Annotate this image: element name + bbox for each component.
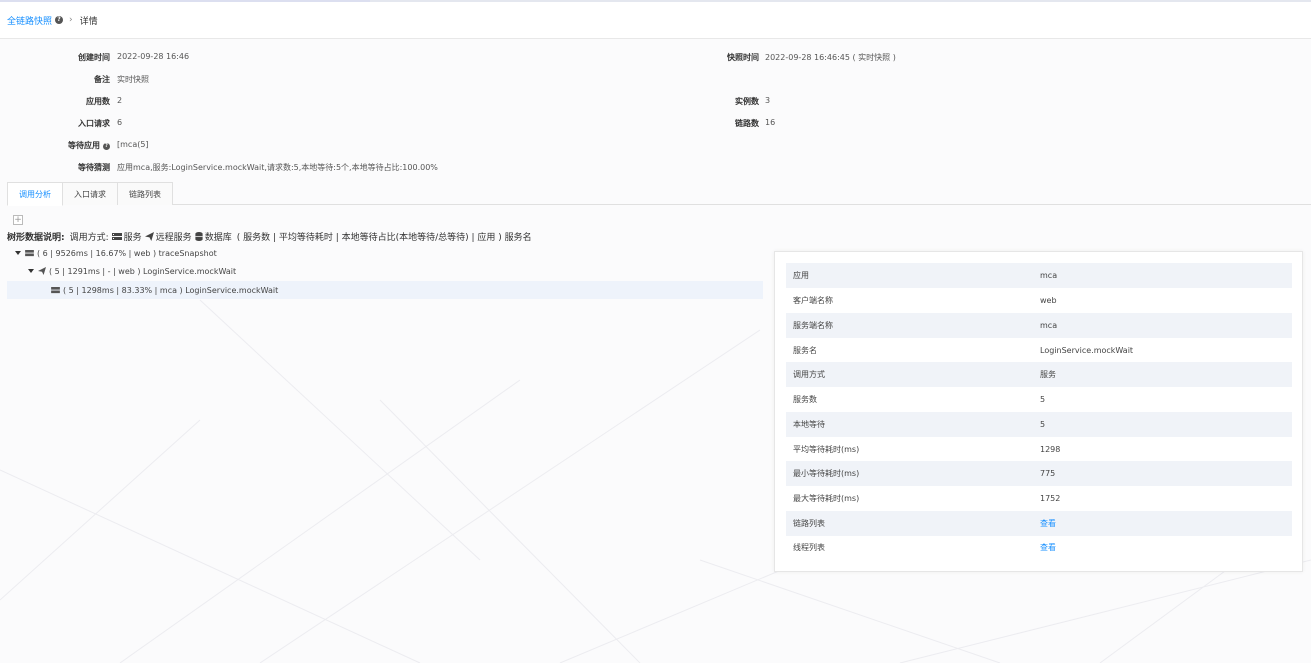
detail-row: 客户端名称 web [786,288,1292,313]
database-icon [195,232,203,241]
detail-key: 客户端名称 [793,296,833,305]
breadcrumb-current: 详情 [79,16,98,27]
detail-key: 本地等待 [793,420,825,429]
info-label: 链路数 [735,119,759,128]
detail-row: 线程列表 查看 [786,535,1292,560]
info-row: 备注 实时快照 [0,74,1311,88]
detail-key: 链路列表 [793,519,825,528]
info-value: 应用mca,服务:LoginService.mockWait,请求数:5,本地等… [117,163,438,172]
tree-legend: 树形数据说明: 调用方式: 服务 远程服务 数据库 ( 服务数 | 平均等待耗时… [7,230,532,243]
info-value: 2022-09-28 16:46:45 ( 实时快照 ) [765,53,896,62]
detail-key: 线程列表 [793,543,825,552]
expand-all-button[interactable]: + [13,215,23,225]
detail-row: 最小等待耗时(ms) 775 [786,461,1292,486]
detail-key: 平均等待耗时(ms) [793,445,860,454]
detail-row: 服务名 LoginService.mockWait [786,338,1292,363]
view-thread-list-link[interactable]: 查看 [1040,542,1056,553]
detail-value: 服务 [1040,370,1056,379]
legend-remote: 远程服务 [155,233,192,243]
legend-service: 服务 [123,233,142,243]
help-icon[interactable]: ? [103,143,110,150]
info-value: 实时快照 [117,75,149,84]
detail-key: 应用 [793,271,809,280]
tab-call-analysis[interactable]: 调用分析 [7,182,63,206]
info-label: 实例数 [735,97,759,106]
detail-row: 本地等待 5 [786,412,1292,437]
server-icon [51,286,60,293]
chevron-right-icon: › [69,15,73,25]
info-value: 6 [117,118,123,127]
detail-value: LoginService.mockWait [1040,346,1134,355]
legend-prefix: 树形数据说明: [7,233,65,243]
detail-value: 1298 [1040,445,1061,454]
info-label: 入口请求 [78,119,110,128]
detail-row: 调用方式 服务 [786,362,1292,387]
detail-row: 平均等待耗时(ms) 1298 [786,437,1292,462]
info-row: 创建时间 2022-09-28 16:46 快照时间 2022-09-28 16… [0,52,1311,66]
detail-value: mca [1040,321,1058,330]
info-value: 2022-09-28 16:46 [117,52,190,61]
server-icon [111,232,122,240]
legend-db: 数据库 [204,233,232,243]
detail-key: 服务数 [793,395,817,404]
caret-down-icon[interactable] [28,269,34,273]
tree-node-label: ( 6 | 9526ms | 16.67% | web ) traceSnaps… [37,248,217,258]
info-label: 备注 [94,75,110,84]
tree-node[interactable]: ( 6 | 9526ms | 16.67% | web ) traceSnaps… [7,244,763,262]
server-icon [25,249,34,256]
info-row: 等待猜测 应用mca,服务:LoginService.mockWait,请求数:… [0,162,1311,176]
tree-node-selected[interactable]: ( 5 | 1298ms | 83.33% | mca ) LoginServi… [7,281,763,299]
tab-trace-list[interactable]: 链路列表 [117,182,173,205]
detail-row: 应用 mca [786,263,1292,288]
detail-key: 服务端名称 [793,321,833,330]
tree-node[interactable]: ( 5 | 1291ms | - | web ) LoginService.mo… [7,262,763,280]
breadcrumb-root-link[interactable]: 全链路快照 [7,14,52,27]
tab-bar: 调用分析 入口请求 链路列表 [7,182,1311,206]
legend-format: ( 服务数 | 平均等待耗时 | 本地等待占比(本地等待/总等待) | 应用 )… [236,233,532,243]
info-row: 入口请求 6 链路数 16 [0,118,1311,132]
send-icon [144,232,154,241]
caret-down-icon[interactable] [15,251,21,255]
send-icon [38,267,46,275]
tree-node-label: ( 5 | 1298ms | 83.33% | mca ) LoginServi… [63,285,279,295]
info-label: 等待猜测 [78,163,110,172]
detail-row: 链路列表 查看 [786,511,1292,536]
detail-value: web [1040,296,1057,305]
info-row: 等待应用? [mca(5] [0,140,1311,154]
tree-node-label: ( 5 | 1291ms | - | web ) LoginService.mo… [49,266,237,276]
help-icon[interactable]: ? [55,16,64,24]
info-value: 2 [117,96,123,105]
detail-row: 最大等待耗时(ms) 1752 [786,486,1292,511]
top-strip-accent [0,0,370,2]
detail-value: 5 [1040,420,1046,429]
detail-key: 调用方式 [793,370,825,379]
info-value: [mca(5] [117,140,149,149]
detail-value: mca [1040,271,1058,280]
tab-entry-requests[interactable]: 入口请求 [62,182,118,205]
detail-key: 服务名 [793,346,817,355]
info-value: 3 [765,96,771,105]
detail-value: 775 [1040,469,1056,478]
detail-row: 服务端名称 mca [786,313,1292,338]
detail-key: 最小等待耗时(ms) [793,469,860,478]
detail-value: 5 [1040,395,1046,404]
detail-value: 1752 [1040,494,1061,503]
legend-mode-label: 调用方式: [69,233,109,243]
detail-row: 服务数 5 [786,387,1292,412]
info-label: 等待应用 [68,141,100,150]
info-label: 快照时间 [727,53,759,62]
node-detail-panel: 应用 mca 客户端名称 web 服务端名称 mca 服务名 LoginServ… [774,251,1303,572]
info-row: 应用数 2 实例数 3 [0,96,1311,110]
info-value: 16 [765,118,776,127]
info-label: 应用数 [86,97,110,106]
info-label: 创建时间 [78,53,110,62]
info-label-with-help: 等待应用? [0,140,110,151]
breadcrumb: 全链路快照 ? › 详情 [0,2,1311,39]
view-trace-list-link[interactable]: 查看 [1040,518,1056,529]
detail-key: 最大等待耗时(ms) [793,494,860,503]
